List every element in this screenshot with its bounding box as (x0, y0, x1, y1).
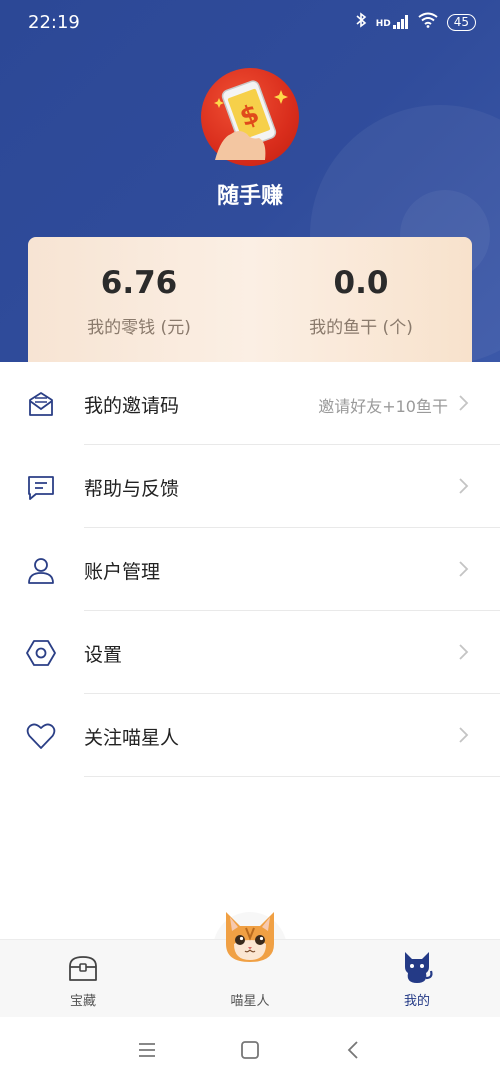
tab-label: 我的 (403, 994, 430, 1009)
app-title: 随手赚 (216, 184, 283, 209)
envelope-icon (26, 389, 56, 419)
status-time: 22:19 (28, 12, 80, 33)
bottom-tab-bar: 宝藏 喵星人 我的 (0, 912, 500, 1018)
chevron-right-icon (453, 393, 473, 413)
menu-list: 我的邀请码 邀请好友+10鱼干 帮助与反馈 账户管理 设置 关注喵星人 (0, 362, 500, 777)
status-bar: 22:19 HD 45 (0, 0, 500, 46)
invite-reward-text: 邀请好友+10鱼干 (318, 397, 448, 416)
change-value: 6.76 (100, 265, 178, 301)
menu-icon[interactable] (134, 1037, 160, 1063)
menu-item-follow-cat[interactable]: 关注喵星人 (0, 694, 500, 777)
cat-silhouette-icon (400, 950, 434, 988)
signal-icon: HD (376, 15, 409, 29)
menu-label: 账户管理 (84, 561, 161, 583)
menu-item-settings[interactable]: 设置 (0, 611, 500, 694)
chevron-right-icon (453, 559, 473, 579)
app-logo: $ (201, 68, 299, 166)
menu-label: 关注喵星人 (84, 727, 180, 749)
divider (84, 776, 500, 777)
tab-label: 喵星人 (230, 994, 270, 1009)
change-stat[interactable]: 6.76 我的零钱 (元) (28, 265, 250, 338)
fish-label: 我的鱼干 (个) (309, 318, 413, 338)
system-nav-bar (0, 1017, 500, 1083)
chevron-right-icon (453, 476, 473, 496)
menu-item-help-feedback[interactable]: 帮助与反馈 (0, 445, 500, 528)
wifi-icon (418, 12, 438, 32)
menu-item-invite-code[interactable]: 我的邀请码 邀请好友+10鱼干 (0, 362, 500, 445)
hexagon-settings-icon (26, 638, 56, 668)
chevron-right-icon (453, 725, 473, 745)
message-icon (26, 472, 56, 502)
bluetooth-icon (355, 12, 367, 32)
tab-label: 宝藏 (69, 994, 96, 1009)
fish-value: 0.0 (333, 265, 389, 301)
menu-label: 帮助与反馈 (84, 478, 180, 500)
cat-face-icon (220, 910, 280, 968)
chevron-right-icon (453, 642, 473, 662)
status-icons: HD 45 (355, 12, 476, 32)
balance-card: 6.76 我的零钱 (元) 0.0 我的鱼干 (个) (28, 237, 472, 362)
home-icon[interactable] (237, 1037, 263, 1063)
menu-label: 我的邀请码 (84, 395, 180, 417)
network-type: HD (375, 19, 391, 29)
fish-stat[interactable]: 0.0 我的鱼干 (个) (250, 265, 472, 338)
menu-label: 设置 (84, 644, 123, 666)
back-icon[interactable] (341, 1037, 367, 1063)
menu-item-account[interactable]: 账户管理 (0, 528, 500, 611)
user-icon (26, 555, 56, 585)
heart-icon (26, 721, 56, 751)
battery-indicator: 45 (446, 13, 476, 31)
treasure-chest-icon (67, 954, 99, 986)
change-label: 我的零钱 (元) (87, 318, 191, 338)
